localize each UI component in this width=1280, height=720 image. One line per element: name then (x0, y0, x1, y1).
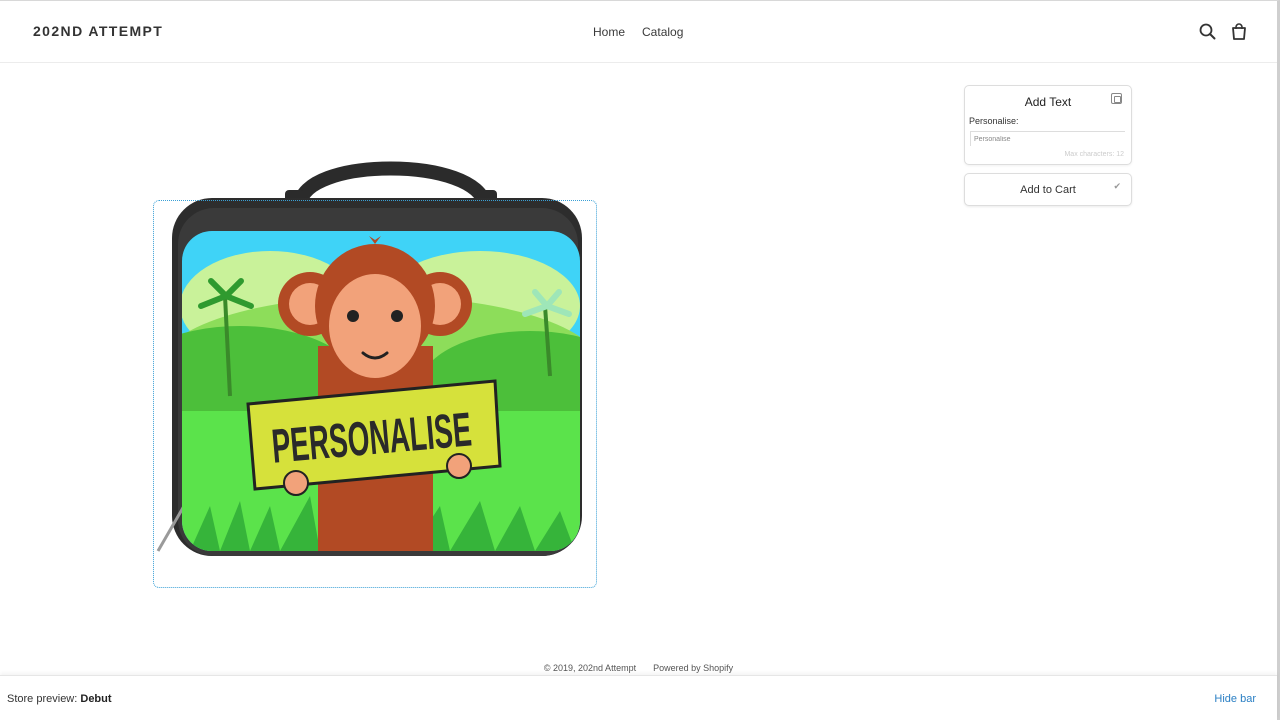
panel-title: Add Text (1024, 95, 1072, 109)
add-to-cart-button[interactable]: Add to Cart ✔ (964, 173, 1132, 206)
personalise-panel: Add Text Personalise: Max characters: 12 (964, 85, 1132, 165)
max-characters-hint: Max characters: 12 (1064, 151, 1124, 158)
add-to-cart-label: Add to Cart (1020, 184, 1076, 196)
powered-by-link[interactable]: Powered by Shopify (653, 663, 733, 673)
hide-bar-link[interactable]: Hide bar (1214, 693, 1256, 705)
copy-icon[interactable] (1111, 93, 1122, 104)
store-preview-bar: Store preview: Debut Hide bar (0, 675, 1277, 720)
search-icon[interactable] (1198, 22, 1218, 42)
copyright-text: © 2019, 202nd Attempt (543, 663, 637, 673)
shopping-bag-icon[interactable] (1229, 22, 1249, 42)
page: 202ND ATTEMPT Home Catalog PERSONALISE A… (0, 0, 1280, 720)
personalise-label: Personalise: (969, 116, 1019, 126)
preview-theme-name: Debut (80, 693, 112, 705)
personalise-input[interactable] (970, 131, 1125, 146)
site-header: 202ND ATTEMPT Home Catalog (0, 1, 1277, 63)
nav-catalog[interactable]: Catalog (642, 25, 683, 39)
store-logo[interactable]: 202ND ATTEMPT (33, 23, 163, 39)
nav-home[interactable]: Home (593, 25, 625, 39)
site-footer: © 2019, 202nd Attempt Powered by Shopify (0, 663, 1277, 673)
preview-prefix: Store preview: (7, 693, 81, 705)
checkmark-icon: ✔ (1113, 181, 1121, 191)
store-preview-text: Store preview: Debut (7, 693, 112, 705)
product-customize-frame[interactable] (153, 200, 597, 588)
main-nav: Home Catalog (593, 25, 683, 39)
